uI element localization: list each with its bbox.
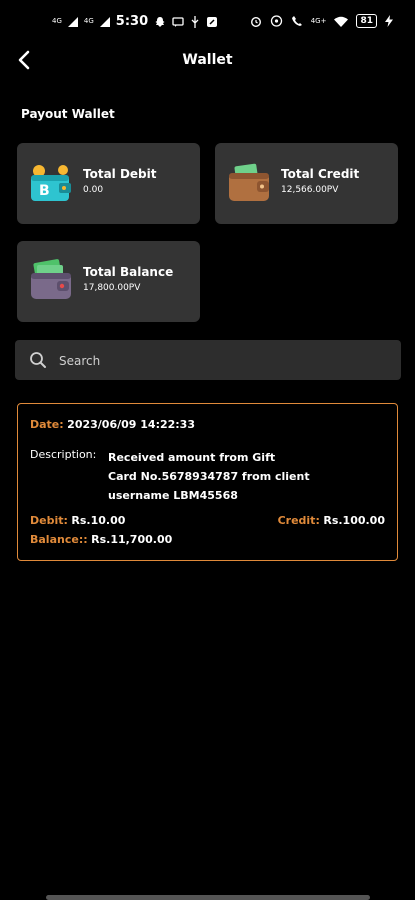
search-bar[interactable] [15,340,401,382]
credit-value: Rs.100.00 [323,514,385,527]
total-balance-value: 17,800.00PV [83,283,141,293]
transaction-card[interactable]: Date: 2023/06/09 14:22:33 Description: R… [17,403,398,561]
credit-label: Credit: [277,514,320,527]
balance-value: Rs.11,700.00 [91,533,173,546]
search-icon [30,352,46,368]
debit-row: Debit: Rs.10.00 [30,514,125,527]
network-indicator-1: 4G [52,17,62,25]
debit-label: Debit: [30,514,68,527]
svg-text:B: B [39,183,50,199]
total-balance-label: Total Balance [83,265,174,279]
total-credit-card[interactable]: Total Credit 12,566.00PV [215,143,398,224]
total-credit-label: Total Credit [281,167,360,181]
total-credit-value: 12,566.00PV [281,185,339,195]
status-right: 4G+ 81 [250,14,393,28]
network-type: 4G+ [310,16,327,25]
usb-icon [191,15,199,28]
date-value: 2023/06/09 14:22:33 [67,418,195,431]
hotspot-icon [270,15,282,27]
alarm-icon [250,17,261,27]
clock: 5:30 [115,14,149,29]
description-value: Received amount from Gift Card No.567893… [108,448,310,505]
total-balance-card[interactable]: Total Balance 17,800.00PV [17,241,200,322]
date-label: Date: [30,418,64,431]
charging-icon [385,15,393,27]
description-line-1: Received amount from Gift [108,451,276,464]
message-icon [172,16,184,27]
status-left: 4G 4G 5:30 [52,14,218,29]
credit-row: Credit: Rs.100.00 [278,514,385,527]
signal-icon-2 [99,16,110,27]
status-bar: 4G 4G 5:30 4G+ 81 [0,0,415,46]
total-debit-label: Total Debit [83,167,157,181]
total-debit-card[interactable]: B Total Debit 0.00 [17,143,200,224]
bitcoin-wallet-icon: B [29,161,73,203]
debit-value: Rs.10.00 [71,514,126,527]
app-icon [207,16,218,27]
description-line-3: username LBM45568 [108,489,238,502]
wifi-icon [334,16,349,27]
battery-indicator: 81 [356,14,377,28]
volte-icon [291,16,302,26]
section-title: Payout Wallet [21,107,115,121]
description-line-2: Card No.5678934787 from client [108,470,310,483]
search-input[interactable] [57,340,391,382]
network-indicator-2: 4G [83,17,94,25]
cash-wallet-icon [29,259,73,301]
description-label: Description: [30,448,97,461]
transaction-date-row: Date: 2023/06/09 14:22:33 [30,418,195,431]
signal-icon [67,16,78,27]
home-indicator[interactable] [46,895,370,900]
snapchat-icon [155,16,165,27]
total-debit-value: 0.00 [83,185,104,195]
balance-label: Balance:: [30,533,88,546]
page-title: Wallet [182,52,233,68]
balance-row: Balance:: Rs.11,700.00 [30,533,172,546]
leather-wallet-icon [227,161,271,203]
